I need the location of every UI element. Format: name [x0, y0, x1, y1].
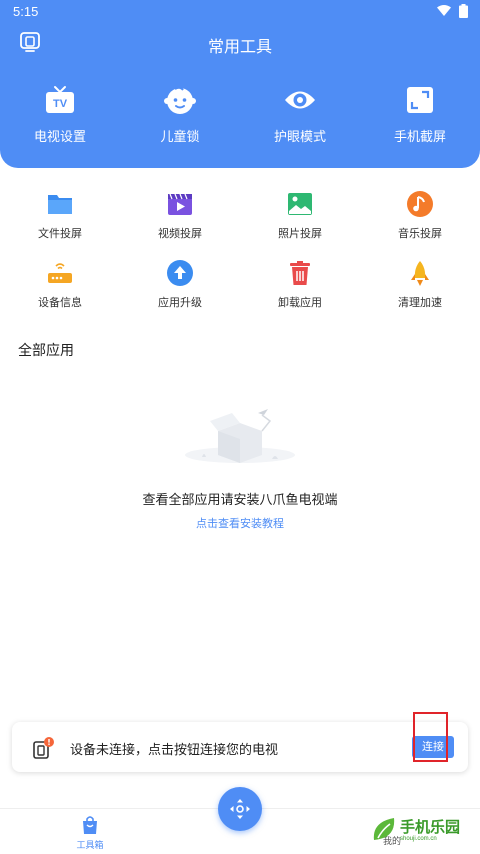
tool-label: 设备信息 — [38, 297, 82, 309]
tool-uninstall-app[interactable]: 卸载应用 — [240, 259, 360, 310]
battery-icon — [459, 4, 468, 18]
tool-label: 卸载应用 — [278, 297, 322, 309]
rocket-icon — [411, 261, 429, 286]
folder-icon — [48, 195, 72, 214]
watermark-url: shouji.com.cn — [400, 836, 437, 842]
trash-icon — [290, 261, 310, 285]
tool-photo-cast[interactable]: 照片投屏 — [240, 190, 360, 241]
eye-icon — [285, 91, 315, 109]
connection-status-text: 设备未连接，点击按钮连接您的电视 — [70, 742, 279, 757]
watermark-text: 手机乐园 — [400, 819, 461, 836]
music-icon — [407, 191, 433, 217]
tool-label: 视频投屏 — [158, 228, 202, 240]
tool-device-info[interactable]: 设备信息 — [0, 259, 120, 310]
child-face-icon — [164, 86, 196, 114]
connect-card: 设备未连接，点击按钮连接您的电视 连接 — [12, 722, 468, 772]
install-tutorial-link[interactable]: 点击查看安装教程 — [0, 515, 480, 531]
status-icons — [437, 4, 468, 18]
router-icon — [48, 263, 72, 283]
tool-label: 应用升级 — [158, 297, 202, 309]
tool-file-cast[interactable]: 文件投屏 — [0, 190, 120, 241]
tool-label: 手机截屏 — [393, 129, 446, 144]
all-apps-title: 全部应用 — [18, 342, 74, 358]
tool-eye-mode[interactable]: 护眼模式 — [240, 84, 360, 148]
move-arrows-icon — [230, 799, 250, 819]
top-tools: TV 电视设置 儿童锁 护眼模式 手机截屏 — [0, 84, 480, 148]
shopping-bag-icon — [83, 816, 97, 834]
tool-video-cast[interactable]: 视频投屏 — [120, 190, 240, 241]
tool-clean-boost[interactable]: 清理加速 — [360, 259, 480, 310]
header: 5:15 常用工具 TV 电视设置 儿童锁 护眼模式 手机截屏 — [0, 0, 480, 168]
tool-label: 音乐投屏 — [398, 228, 442, 240]
disconnected-device-icon — [33, 737, 54, 759]
tool-label: 清理加速 — [398, 297, 442, 309]
upgrade-icon — [167, 260, 193, 286]
tool-label: 照片投屏 — [278, 228, 322, 240]
tools-grid: 文件投屏 视频投屏 照片投屏 音乐投屏 设备信息 应用升级 卸载应用 清理加速 — [0, 190, 480, 310]
empty-state-text: 查看全部应用请安装八爪鱼电视端 — [142, 492, 338, 507]
nav-toolbox[interactable]: 工具箱 — [70, 815, 110, 851]
wifi-icon — [437, 5, 451, 16]
tool-label: 电视设置 — [33, 129, 86, 144]
photo-icon — [288, 193, 312, 215]
tool-screenshot[interactable]: 手机截屏 — [360, 84, 480, 148]
tv-icon: TV — [46, 86, 74, 113]
empty-box-illustration — [185, 409, 295, 463]
tool-app-upgrade[interactable]: 应用升级 — [120, 259, 240, 310]
nav-label: 工具箱 — [76, 840, 104, 850]
tool-tv-settings[interactable]: TV 电视设置 — [0, 84, 120, 148]
page-title: 常用工具 — [207, 39, 272, 56]
tool-child-lock[interactable]: 儿童锁 — [120, 84, 240, 148]
tool-label: 护眼模式 — [273, 129, 326, 144]
highlight-box — [413, 712, 448, 762]
tool-label: 文件投屏 — [38, 228, 82, 240]
tool-label: 儿童锁 — [160, 129, 200, 144]
video-icon — [168, 193, 192, 215]
watermark-logo: 手机乐园 shouji.com.cn — [370, 812, 476, 846]
svg-text:TV: TV — [53, 98, 68, 110]
screenshot-icon — [407, 87, 433, 113]
remote-control-button[interactable] — [218, 787, 262, 831]
tool-music-cast[interactable]: 音乐投屏 — [360, 190, 480, 241]
status-time: 5:15 — [13, 4, 39, 19]
watermark-leaf-icon — [373, 818, 395, 840]
status-bar: 5:15 — [0, 0, 480, 24]
